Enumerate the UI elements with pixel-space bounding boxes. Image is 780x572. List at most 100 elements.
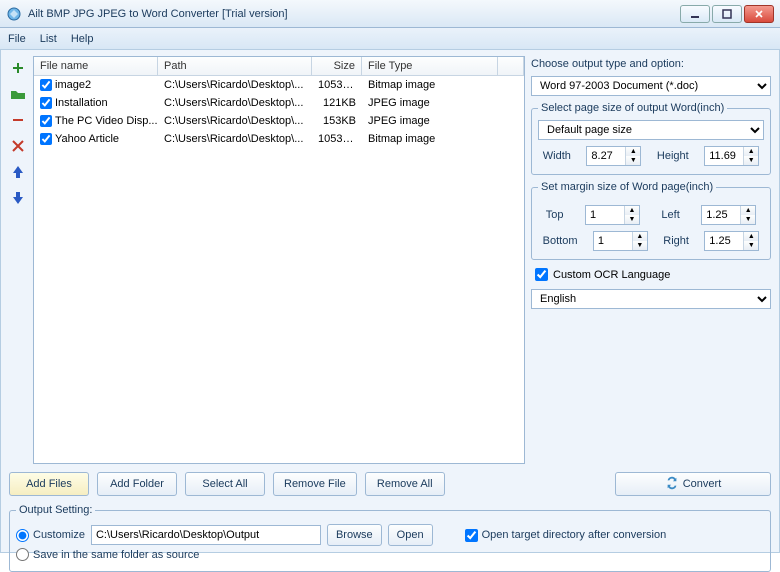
titlebar: Ailt BMP JPG JPEG to Word Converter [Tri… — [0, 0, 780, 28]
remove-all-button[interactable]: Remove All — [365, 472, 445, 496]
row-type: Bitmap image — [362, 132, 524, 146]
width-label: Width — [543, 150, 571, 162]
convert-icon — [665, 476, 679, 493]
col-path[interactable]: Path — [158, 57, 312, 75]
top-input[interactable] — [586, 206, 624, 224]
menu-list[interactable]: List — [40, 33, 57, 45]
row-checkbox[interactable] — [40, 133, 52, 145]
ocr-label: Custom OCR Language — [553, 269, 670, 281]
same-folder-radio-label[interactable]: Save in the same folder as source — [16, 548, 199, 561]
table-header: File name Path Size File Type — [34, 57, 524, 76]
col-size[interactable]: Size — [312, 57, 362, 75]
bottom-stepper[interactable]: ▲▼ — [593, 231, 648, 251]
table-row[interactable]: The PC Video Disp...C:\Users\Ricardo\Des… — [34, 112, 524, 130]
right-stepper[interactable]: ▲▼ — [704, 231, 759, 251]
row-type: JPEG image — [362, 96, 524, 110]
menubar: File List Help — [0, 28, 780, 50]
down-arrow-icon[interactable]: ▼ — [626, 156, 640, 165]
add-file-icon[interactable] — [10, 60, 26, 76]
left-stepper[interactable]: ▲▼ — [701, 205, 756, 225]
customize-radio[interactable] — [16, 529, 29, 542]
down-arrow-icon[interactable]: ▼ — [633, 241, 647, 250]
width-stepper[interactable]: ▲▼ — [586, 146, 641, 166]
convert-label: Convert — [683, 478, 722, 490]
table-row[interactable]: Yahoo Article C:\Users\Ricardo\Desktop\..… — [34, 130, 524, 148]
menu-file[interactable]: File — [8, 33, 26, 45]
up-arrow-icon[interactable]: ▲ — [625, 206, 639, 215]
width-input[interactable] — [587, 147, 625, 165]
add-files-button[interactable]: Add Files — [9, 472, 89, 496]
row-path: C:\Users\Ricardo\Desktop\... — [158, 132, 312, 146]
bottom-input[interactable] — [594, 232, 632, 250]
open-button[interactable]: Open — [388, 524, 433, 546]
up-arrow-icon[interactable]: ▲ — [744, 147, 758, 156]
ocr-checkbox[interactable] — [535, 268, 548, 281]
down-arrow-icon[interactable]: ▼ — [741, 215, 755, 224]
up-arrow-icon[interactable]: ▲ — [633, 232, 647, 241]
row-name: Yahoo Article — [55, 133, 119, 145]
minimize-button[interactable] — [680, 5, 710, 23]
height-input[interactable] — [705, 147, 743, 165]
up-arrow-icon[interactable]: ▲ — [744, 232, 758, 241]
row-name: image2 — [55, 79, 91, 91]
button-row: Add Files Add Folder Select All Remove F… — [9, 472, 771, 496]
table-row[interactable]: image2C:\Users\Ricardo\Desktop\...1053KB… — [34, 76, 524, 94]
margin-group: Set margin size of Word page(inch) Top ▲… — [531, 181, 771, 260]
add-folder-icon[interactable] — [10, 86, 26, 102]
close-button[interactable] — [744, 5, 774, 23]
row-size: 1053KB — [312, 132, 362, 146]
left-label: Left — [661, 209, 679, 221]
row-path: C:\Users\Ricardo\Desktop\... — [158, 78, 312, 92]
height-stepper[interactable]: ▲▼ — [704, 146, 759, 166]
row-checkbox[interactable] — [40, 115, 52, 127]
menu-help[interactable]: Help — [71, 33, 94, 45]
col-filename[interactable]: File name — [34, 57, 158, 75]
maximize-button[interactable] — [712, 5, 742, 23]
remove-file-button[interactable]: Remove File — [273, 472, 357, 496]
up-arrow-icon[interactable]: ▲ — [741, 206, 755, 215]
window-controls — [680, 5, 774, 23]
same-folder-radio[interactable] — [16, 548, 29, 561]
top-label: Top — [546, 209, 564, 221]
row-checkbox[interactable] — [40, 79, 52, 91]
page-size-legend: Select page size of output Word(inch) — [538, 102, 727, 114]
row-path: C:\Users\Ricardo\Desktop\... — [158, 96, 312, 110]
app-icon — [6, 6, 22, 22]
delete-icon[interactable] — [10, 138, 26, 154]
convert-button[interactable]: Convert — [615, 472, 771, 496]
add-folder-button[interactable]: Add Folder — [97, 472, 177, 496]
output-type-select[interactable]: Word 97-2003 Document (*.doc) — [531, 76, 771, 96]
row-type: Bitmap image — [362, 78, 524, 92]
output-setting-group: Output Setting: Customize Browse Open Op… — [9, 504, 771, 572]
open-target-label[interactable]: Open target directory after conversion — [465, 529, 667, 542]
row-checkbox[interactable] — [40, 97, 52, 109]
right-label: Right — [663, 235, 689, 247]
move-up-icon[interactable] — [10, 164, 26, 180]
right-input[interactable] — [705, 232, 743, 250]
left-input[interactable] — [702, 206, 740, 224]
table-row[interactable]: InstallationC:\Users\Ricardo\Desktop\...… — [34, 94, 524, 112]
table-body: image2C:\Users\Ricardo\Desktop\...1053KB… — [34, 76, 524, 463]
customize-radio-label[interactable]: Customize — [16, 529, 85, 542]
move-down-icon[interactable] — [10, 190, 26, 206]
open-target-text: Open target directory after conversion — [482, 529, 667, 541]
window-title: Ailt BMP JPG JPEG to Word Converter [Tri… — [28, 8, 680, 20]
file-table: File name Path Size File Type image2 C:\U… — [33, 56, 525, 464]
row-size: 121KB — [312, 96, 362, 110]
col-filetype[interactable]: File Type — [362, 57, 498, 75]
page-size-select[interactable]: Default page size — [538, 120, 764, 140]
up-arrow-icon[interactable]: ▲ — [626, 147, 640, 156]
open-target-checkbox[interactable] — [465, 529, 478, 542]
down-arrow-icon[interactable]: ▼ — [744, 241, 758, 250]
remove-icon[interactable] — [10, 112, 26, 128]
output-path-input[interactable] — [91, 525, 321, 545]
down-arrow-icon[interactable]: ▼ — [625, 215, 639, 224]
browse-button[interactable]: Browse — [327, 524, 382, 546]
down-arrow-icon[interactable]: ▼ — [744, 156, 758, 165]
height-label: Height — [657, 150, 689, 162]
customize-label: Customize — [33, 529, 85, 541]
row-type: JPEG image — [362, 114, 524, 128]
ocr-language-select[interactable]: English — [531, 289, 771, 309]
top-stepper[interactable]: ▲▼ — [585, 205, 640, 225]
select-all-button[interactable]: Select All — [185, 472, 265, 496]
